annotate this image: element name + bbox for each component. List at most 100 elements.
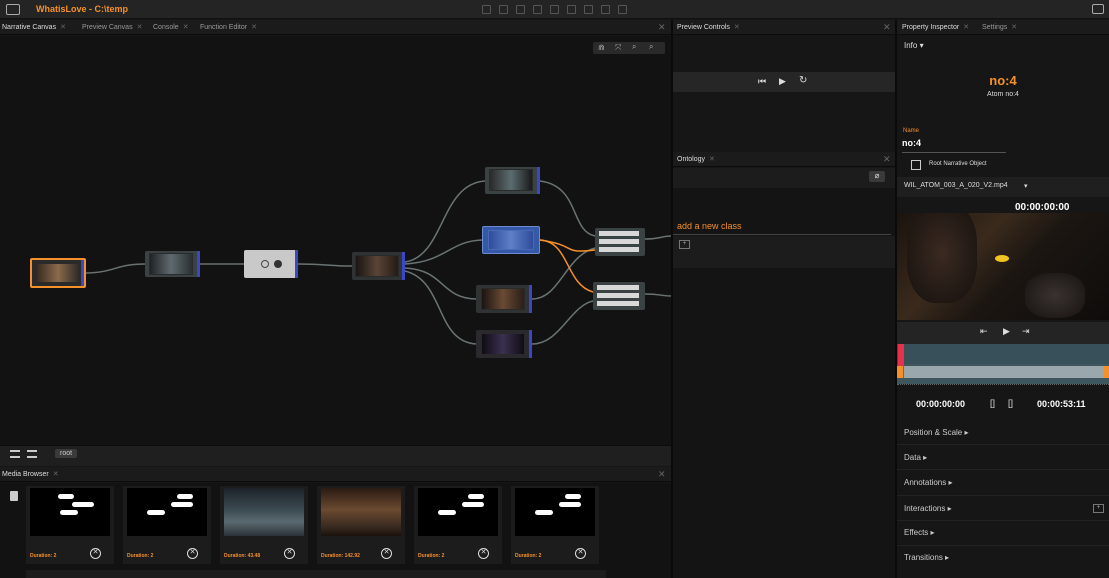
section-interactions[interactable]: Interactions ▸ [904, 504, 952, 513]
breadcrumb-root[interactable]: root [55, 449, 78, 458]
tag-icon[interactable]: ⌀ [869, 171, 885, 182]
toolbar-settings-icon[interactable] [550, 5, 559, 14]
range-start-handle[interactable] [898, 366, 903, 378]
toolbar-frame-icon[interactable] [533, 5, 542, 14]
toolbar-film-icon[interactable] [567, 5, 576, 14]
zoom-out-icon[interactable]: ⌕ [649, 42, 653, 52]
media-thumbnail [127, 488, 207, 536]
range-end-handle[interactable] [1104, 366, 1109, 378]
node-choice[interactable] [244, 250, 298, 278]
remove-media-icon[interactable]: ✕ [284, 548, 295, 559]
root-checkbox[interactable] [911, 160, 921, 170]
media-select[interactable]: WIL_ATOM_003_A_020_V2.mp4 ▾ [897, 177, 1109, 197]
go-to-start-icon[interactable]: ⇤ [980, 326, 988, 337]
tab-console[interactable]: Console ✕ [153, 23, 189, 31]
remove-media-icon[interactable]: ✕ [478, 548, 489, 559]
info-toggle[interactable]: Info ▾ [904, 41, 924, 50]
name-field[interactable]: no:4 [902, 138, 1006, 153]
layout-horizontal-icon[interactable] [10, 450, 20, 458]
mark-out-icon[interactable]: [] [1008, 398, 1013, 408]
remove-media-icon[interactable]: ✕ [187, 548, 198, 559]
media-item[interactable]: Duration: 2 ✕ [511, 486, 599, 564]
toolbar-split-icon[interactable] [516, 5, 525, 14]
node-output-port[interactable] [295, 250, 298, 278]
time-start: 00:00:00:00 [916, 399, 966, 409]
media-item[interactable]: Duration: 2 ✕ [414, 486, 502, 564]
window-control-icon[interactable] [1092, 4, 1104, 14]
tab-function-editor[interactable]: Function Editor ✕ [200, 23, 257, 31]
remove-media-icon[interactable]: ✕ [575, 548, 586, 559]
tab-preview-controls[interactable]: Preview Controls ✕ [677, 23, 740, 31]
tab-property-inspector[interactable]: Property Inspector ✕ [902, 23, 969, 31]
divider [897, 545, 1109, 546]
ontology-panel: ⌀ add a new class + [673, 168, 895, 578]
tab-ontology[interactable]: Ontology ✕ [677, 155, 715, 163]
name-label: Name [903, 128, 920, 134]
node-output-port[interactable] [529, 330, 532, 358]
splitter[interactable] [895, 20, 897, 578]
node-group-1[interactable] [595, 228, 645, 256]
layout-vertical-icon[interactable] [27, 450, 37, 458]
go-to-end-icon[interactable]: ⇥ [1022, 326, 1030, 337]
close-panel-icon[interactable]: ✕ [658, 22, 666, 33]
close-panel-icon[interactable]: ✕ [883, 22, 891, 33]
media-item[interactable]: Duration: 2 ✕ [26, 486, 114, 564]
close-panel-icon[interactable]: ✕ [658, 469, 666, 480]
add-class-link[interactable]: add a new class [677, 221, 742, 231]
section-position-scale[interactable]: Position & Scale ▸ [904, 428, 969, 437]
toolbar-grid-icon[interactable] [618, 5, 627, 14]
node-atom-2[interactable] [145, 251, 200, 277]
node-atom-5[interactable] [485, 167, 540, 194]
mark-in-icon[interactable]: [] [990, 398, 995, 408]
tab-preview-canvas[interactable]: Preview Canvas ✕ [82, 23, 142, 31]
ontology-tab-bar: Ontology ✕ ✕ [673, 152, 895, 167]
tab-media-browser[interactable]: Media Browser ✕ [2, 470, 59, 478]
zoom-in-icon[interactable]: ⌕ [632, 42, 636, 52]
add-class-icon[interactable]: + [679, 240, 690, 249]
node-atom-8[interactable] [476, 330, 532, 358]
node-atom-4[interactable] [352, 252, 405, 280]
media-row-next [26, 570, 606, 578]
toolbar-layout-icon[interactable] [482, 5, 491, 14]
restart-icon[interactable]: ↻ [799, 75, 807, 86]
tab-settings[interactable]: Settings ✕ [982, 23, 1017, 31]
node-output-port[interactable] [81, 260, 84, 286]
media-duration: Duration: 2 [30, 553, 57, 559]
remove-media-icon[interactable]: ✕ [381, 548, 392, 559]
section-annotations[interactable]: Annotations ▸ [904, 478, 953, 487]
node-group-2[interactable] [593, 282, 645, 310]
close-panel-icon[interactable]: ✕ [883, 154, 891, 165]
app-menu-icon[interactable] [6, 4, 20, 15]
node-output-port[interactable] [529, 285, 532, 313]
splitter[interactable] [671, 20, 673, 578]
media-item[interactable]: Duration: 2 ✕ [123, 486, 211, 564]
add-media-icon[interactable] [10, 491, 18, 501]
media-thumbnail [418, 488, 498, 536]
toolbar-link-icon[interactable] [499, 5, 508, 14]
toolbar-list-icon[interactable] [601, 5, 610, 14]
remove-media-icon[interactable]: ✕ [90, 548, 101, 559]
tab-narrative-canvas[interactable]: Narrative Canvas ✕ [2, 23, 66, 31]
play-icon[interactable]: ▶ [1003, 326, 1010, 337]
section-effects[interactable]: Effects ▸ [904, 528, 935, 537]
narrative-canvas[interactable]: ⋒ ⤧ ⌕ ⌕ [0, 36, 671, 445]
node-atom-6[interactable] [482, 226, 540, 254]
play-icon[interactable]: ▶ [779, 76, 786, 87]
node-output-port[interactable] [402, 252, 405, 280]
fit-view-icon[interactable]: ⤧ [615, 43, 621, 53]
section-transitions[interactable]: Transitions ▸ [904, 553, 949, 562]
media-item[interactable]: Duration: 43.48 ✕ [220, 486, 308, 564]
timeline-range[interactable] [897, 366, 1109, 378]
magnet-icon[interactable]: ⋒ [598, 43, 605, 52]
skip-back-icon[interactable]: ⏮ [758, 76, 766, 87]
node-output-port[interactable] [537, 167, 540, 194]
node-atom-7[interactable] [476, 285, 532, 313]
timeline-track[interactable] [897, 344, 1109, 384]
section-data[interactable]: Data ▸ [904, 453, 927, 462]
media-item[interactable]: Duration: 142.92 ✕ [317, 486, 405, 564]
node-atom-selected[interactable] [30, 258, 86, 288]
node-output-port[interactable] [197, 251, 200, 277]
media-duration: Duration: 43.48 [224, 553, 261, 559]
add-interaction-icon[interactable]: + [1093, 504, 1104, 513]
toolbar-play-icon[interactable] [584, 5, 593, 14]
